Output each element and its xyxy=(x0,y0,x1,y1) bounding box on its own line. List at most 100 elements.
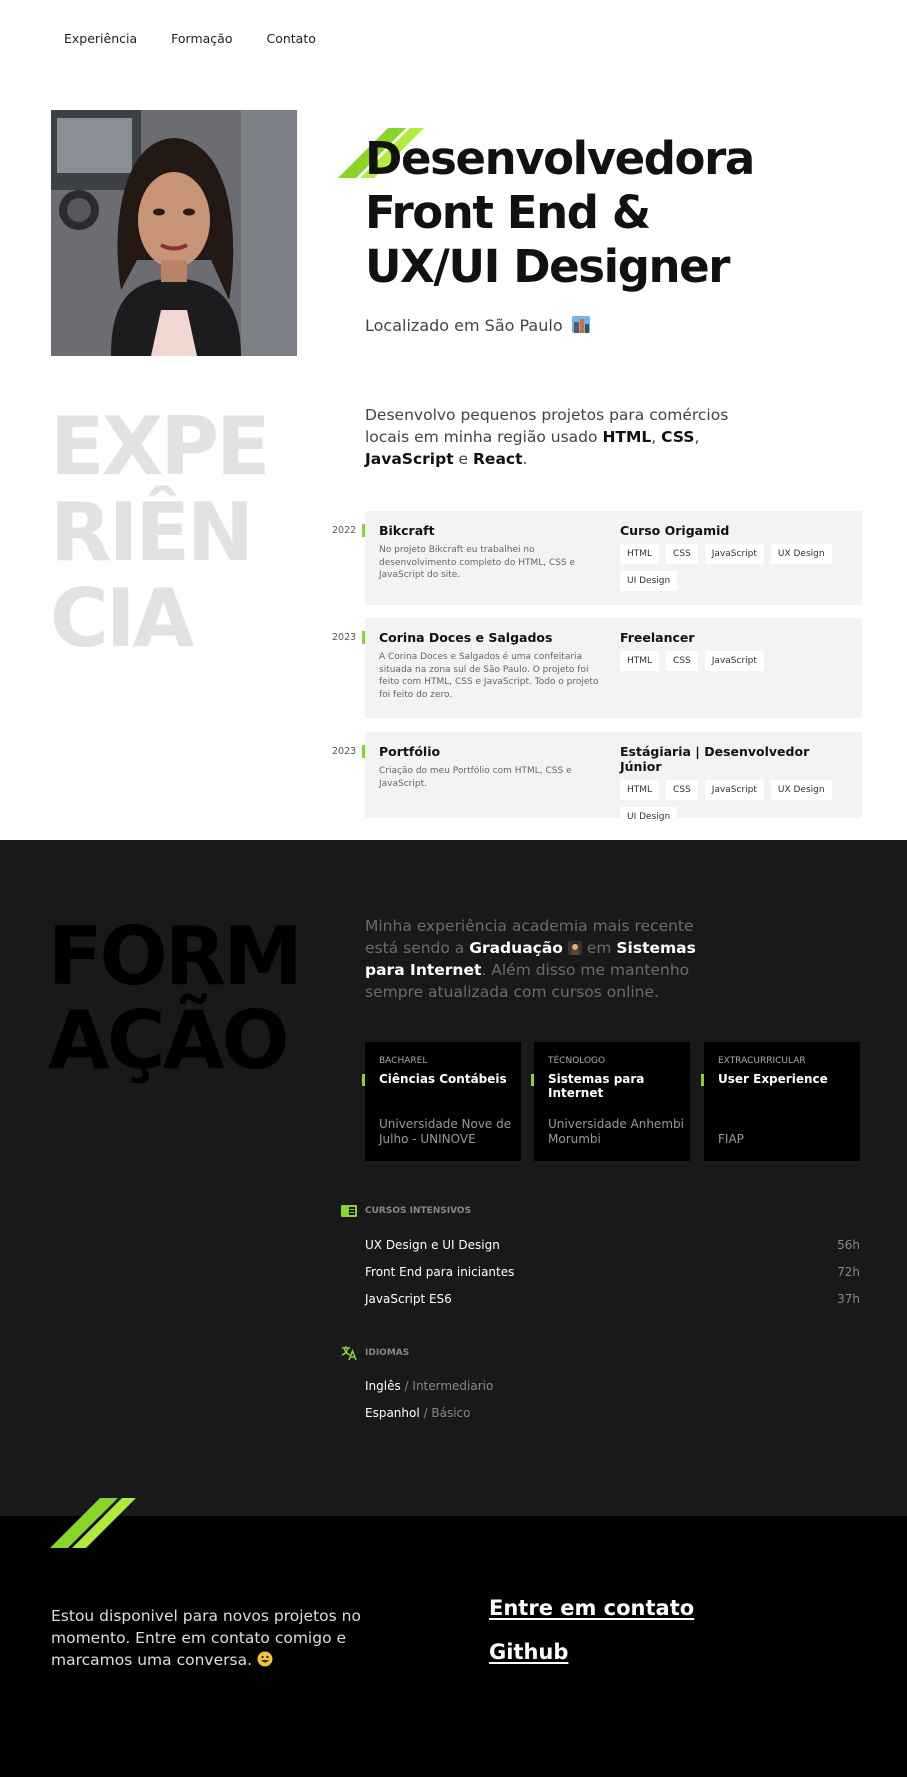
city-icon xyxy=(571,316,590,333)
nav-link-contato[interactable]: Contato xyxy=(266,31,315,46)
job-description: No projeto Bikcraft eu trabalhei no dese… xyxy=(379,545,576,580)
job-card: 2023 Corina Doces e Salgados A Corina Do… xyxy=(332,618,862,718)
tag: UX Design xyxy=(770,544,832,564)
degree-card: TÉCNOLOGO Sistemas para Internet Univers… xyxy=(531,1042,690,1161)
job-year: 2023 xyxy=(332,746,357,757)
job-role: Curso Origamid xyxy=(620,523,730,538)
location-label: Localizado em São Paulo xyxy=(365,316,563,335)
big-title-line: RIÊN xyxy=(50,486,254,579)
language-level: Intermediario xyxy=(412,1379,494,1393)
tag: CSS xyxy=(666,780,698,800)
footer-text: Estou disponivel para novos projetos no … xyxy=(51,1605,421,1671)
experience-big-title: EXPE RIÊN CIA xyxy=(50,400,271,665)
job-year: 2023 xyxy=(332,632,357,643)
course-hours: 56h xyxy=(837,1238,860,1252)
tag: CSS xyxy=(666,544,698,564)
languages-heading: IDIOMAS xyxy=(341,1345,409,1360)
job-description: A Corina Doces e Salgados é uma confeita… xyxy=(379,652,599,700)
language-name: Inglês xyxy=(365,1379,401,1393)
job-description: Criação do meu Portfólio com HTML, CSS e… xyxy=(379,766,572,789)
degree-level: EXTRACURRICULAR xyxy=(718,1056,806,1066)
tag: JavaScript xyxy=(704,544,764,564)
job-name: Corina Doces e Salgados xyxy=(379,630,553,645)
tag: UX Design xyxy=(770,780,832,800)
footer-message: Estou disponivel para novos projetos no … xyxy=(51,1607,361,1669)
top-nav: Experiência Formação Contato xyxy=(64,31,316,46)
course-name: JavaScript ES6 xyxy=(365,1292,452,1306)
tag: HTML xyxy=(620,651,660,671)
degree-institution: Universidade Anhembi Morumbi xyxy=(548,1117,684,1146)
course-name: Front End para iniciantes xyxy=(365,1265,515,1279)
nav-link-experiencia[interactable]: Experiência xyxy=(64,31,137,46)
book-icon xyxy=(341,1205,357,1217)
big-title-line: CIA xyxy=(50,572,194,665)
tag: UI Design xyxy=(620,807,678,827)
github-link[interactable]: Github xyxy=(489,1640,568,1664)
formation-big-title: FORM AÇÃO xyxy=(48,910,303,1087)
hero-title-line: UX/UI Designer xyxy=(365,240,730,293)
profile-photo xyxy=(51,110,297,356)
degree-course: Ciências Contábeis xyxy=(379,1072,507,1086)
language-level: Básico xyxy=(431,1406,471,1420)
job-role: Freelancer xyxy=(620,630,695,645)
tag-list: HTML CSS JavaScript xyxy=(620,651,850,671)
degree-course: User Experience xyxy=(718,1072,828,1086)
brand-stripes-icon xyxy=(50,1498,136,1548)
language-row: Espanhol / Básico xyxy=(365,1406,471,1420)
accent-bar xyxy=(362,745,365,758)
course-row: JavaScript ES6 37h xyxy=(365,1292,860,1306)
tag-list: HTML CSS JavaScript UX Design UI Design xyxy=(620,780,850,827)
course-row: UX Design e UI Design 56h xyxy=(365,1238,860,1252)
formation-intro: Minha experiência academia mais recente … xyxy=(365,917,696,1001)
course-name: UX Design e UI Design xyxy=(365,1238,500,1252)
tag: HTML xyxy=(620,544,660,564)
language-row: Inglês / Intermediario xyxy=(365,1379,493,1393)
translate-icon xyxy=(341,1346,357,1360)
courses-heading: CURSOS INTENSIVOS xyxy=(341,1205,471,1217)
accent-bar xyxy=(362,1074,365,1086)
job-name: Portfólio xyxy=(379,744,441,759)
accent-bar xyxy=(701,1074,704,1086)
accent-bar xyxy=(362,631,365,644)
job-card: 2022 Bikcraft No projeto Bikcraft eu tra… xyxy=(332,511,862,605)
big-title-line: EXPE xyxy=(50,400,271,493)
smile-icon xyxy=(257,1651,273,1667)
location-text: Localizado em São Paulo xyxy=(365,316,590,335)
tag: CSS xyxy=(666,651,698,671)
degree-course: Sistemas para Internet xyxy=(548,1072,645,1100)
degree-level: BACHAREL xyxy=(379,1056,428,1066)
hero-title-line: Front End & xyxy=(365,186,651,239)
tag: UI Design xyxy=(620,571,678,591)
accent-bar xyxy=(531,1074,534,1086)
accent-bar xyxy=(362,524,365,537)
hero-title-line: Desenvolvedora xyxy=(365,132,755,185)
contact-link[interactable]: Entre em contato xyxy=(489,1596,694,1620)
language-separator: / xyxy=(400,1379,413,1393)
degree-card: BACHAREL Ciências Contábeis Universidade… xyxy=(362,1042,521,1161)
big-title-line: AÇÃO xyxy=(48,994,290,1087)
degree-institution: FIAP xyxy=(718,1132,744,1146)
course-row: Front End para iniciantes 72h xyxy=(365,1265,860,1279)
tag: JavaScript xyxy=(704,651,764,671)
job-role: Estágiaria | Desenvolvedor Júnior xyxy=(620,744,810,774)
tag-list: HTML CSS JavaScript UX Design UI Design xyxy=(620,544,850,591)
language-separator: / xyxy=(419,1406,432,1420)
graduate-icon xyxy=(567,941,582,955)
job-card: 2023 Portfólio Criação do meu Portfólio … xyxy=(332,732,862,827)
hero-title: Desenvolvedora Front End & UX/UI Designe… xyxy=(365,132,785,294)
languages-title: IDIOMAS xyxy=(365,1347,410,1358)
tag: HTML xyxy=(620,780,660,800)
degree-institution: Universidade Nove de Julho - UNINOVE xyxy=(379,1117,512,1146)
degree-card: EXTRACURRICULAR User Experience FIAP xyxy=(701,1042,860,1161)
nav-link-formacao[interactable]: Formação xyxy=(171,31,232,46)
experience-intro: Desenvolvo pequenos projetos para comérc… xyxy=(365,406,729,468)
degree-level: TÉCNOLOGO xyxy=(548,1056,606,1066)
course-hours: 72h xyxy=(837,1265,860,1279)
tag: JavaScript xyxy=(704,780,764,800)
job-name: Bikcraft xyxy=(379,523,435,538)
courses-title: CURSOS INTENSIVOS xyxy=(365,1206,472,1216)
big-title-line: FORM xyxy=(48,910,303,1003)
language-name: Espanhol xyxy=(365,1406,420,1420)
course-hours: 37h xyxy=(837,1292,860,1306)
job-year: 2022 xyxy=(332,525,357,536)
